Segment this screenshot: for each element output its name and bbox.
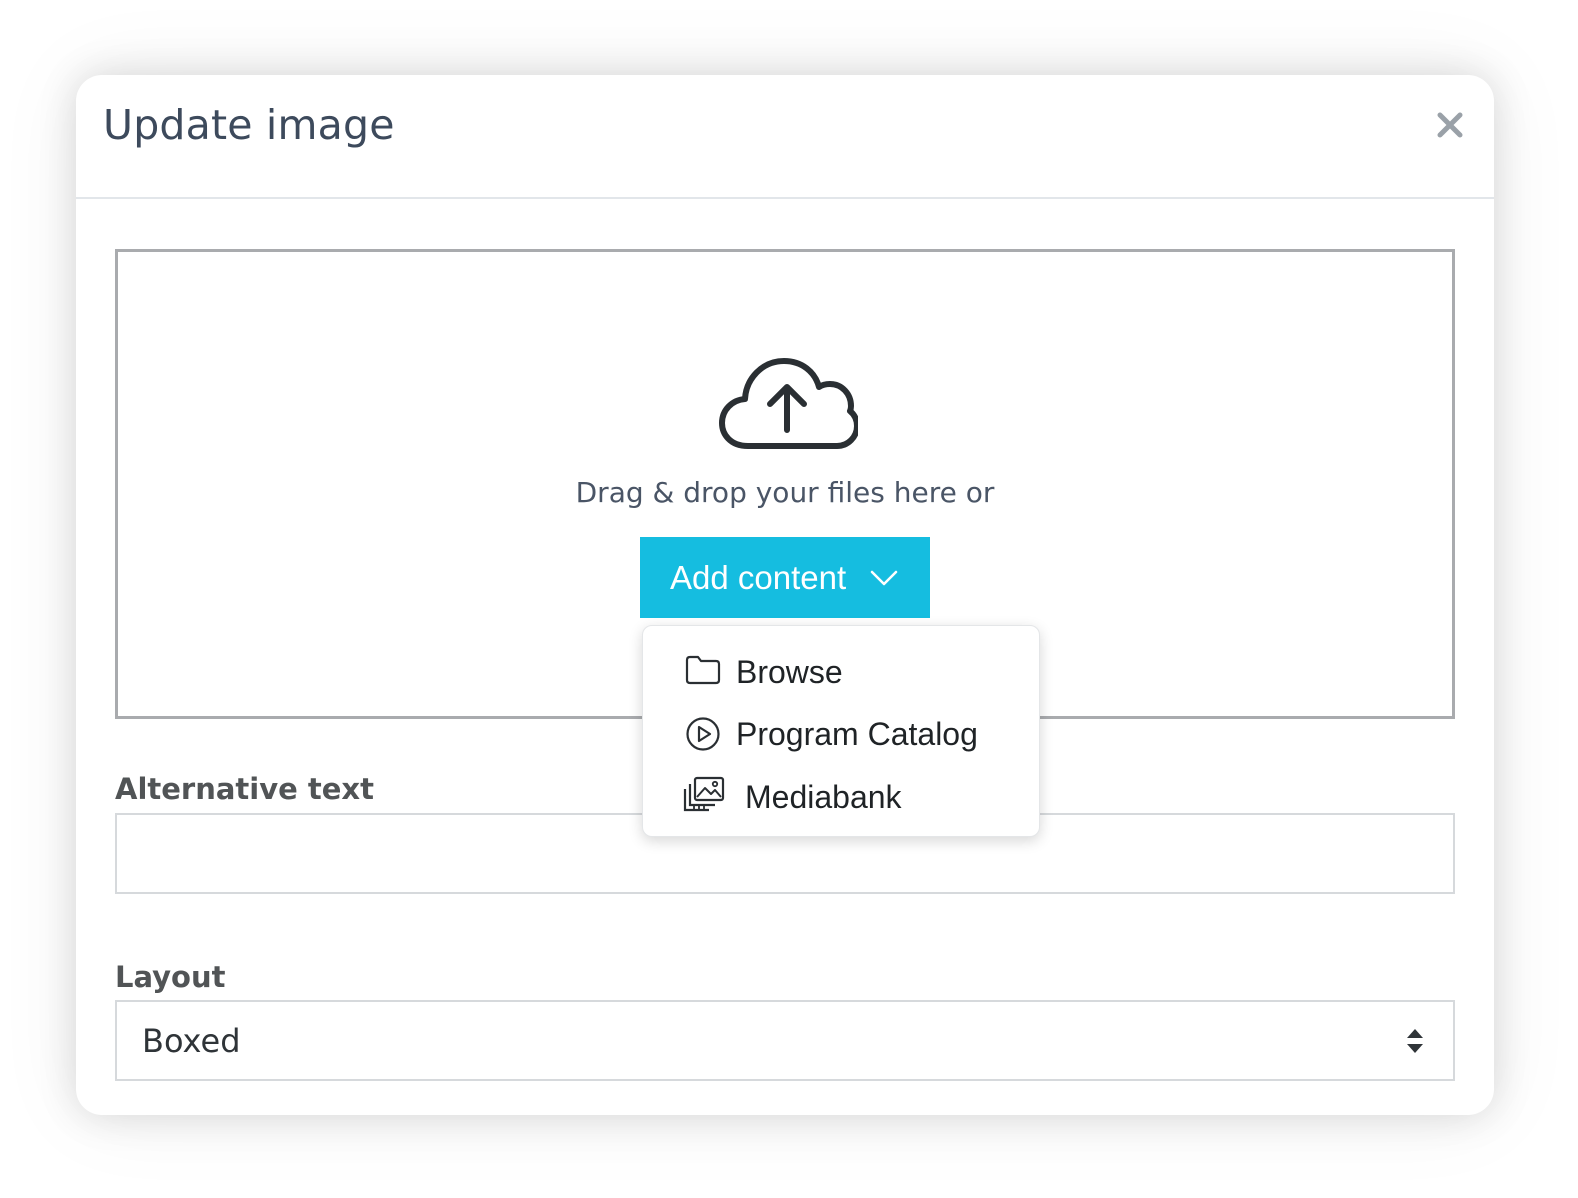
menu-item-program-catalog[interactable]: Program Catalog: [643, 704, 1039, 760]
dialog-header: Update image: [76, 75, 1494, 199]
chevron-down-icon: [870, 570, 898, 586]
close-icon: [1437, 112, 1463, 138]
add-content-button[interactable]: Add content: [640, 537, 930, 618]
layout-select[interactable]: Boxed: [115, 1000, 1455, 1081]
add-content-menu: Browse Program Catalog Mediabank: [642, 625, 1040, 837]
select-arrows-icon: [1407, 1029, 1423, 1053]
folder-icon: [685, 655, 721, 685]
menu-item-label: Browse: [736, 654, 843, 690]
cloud-upload-icon: [719, 358, 858, 449]
close-button[interactable]: [1432, 105, 1468, 145]
image-gallery-icon: [683, 776, 725, 812]
play-circle-icon: [686, 717, 720, 751]
menu-item-label: Program Catalog: [736, 716, 978, 752]
layout-selected-value: Boxed: [142, 1022, 241, 1060]
menu-item-label: Mediabank: [745, 779, 902, 815]
alt-text-label: Alternative text: [115, 772, 375, 806]
menu-item-browse[interactable]: Browse: [643, 642, 1039, 698]
dialog-title: Update image: [103, 101, 395, 149]
update-image-dialog: Update image Drag & drop your files here…: [76, 75, 1494, 1115]
menu-item-mediabank[interactable]: Mediabank: [643, 767, 1039, 823]
drop-instructions: Drag & drop your files here or: [575, 476, 995, 509]
add-content-label: Add content: [670, 558, 847, 596]
layout-label: Layout: [115, 960, 226, 994]
